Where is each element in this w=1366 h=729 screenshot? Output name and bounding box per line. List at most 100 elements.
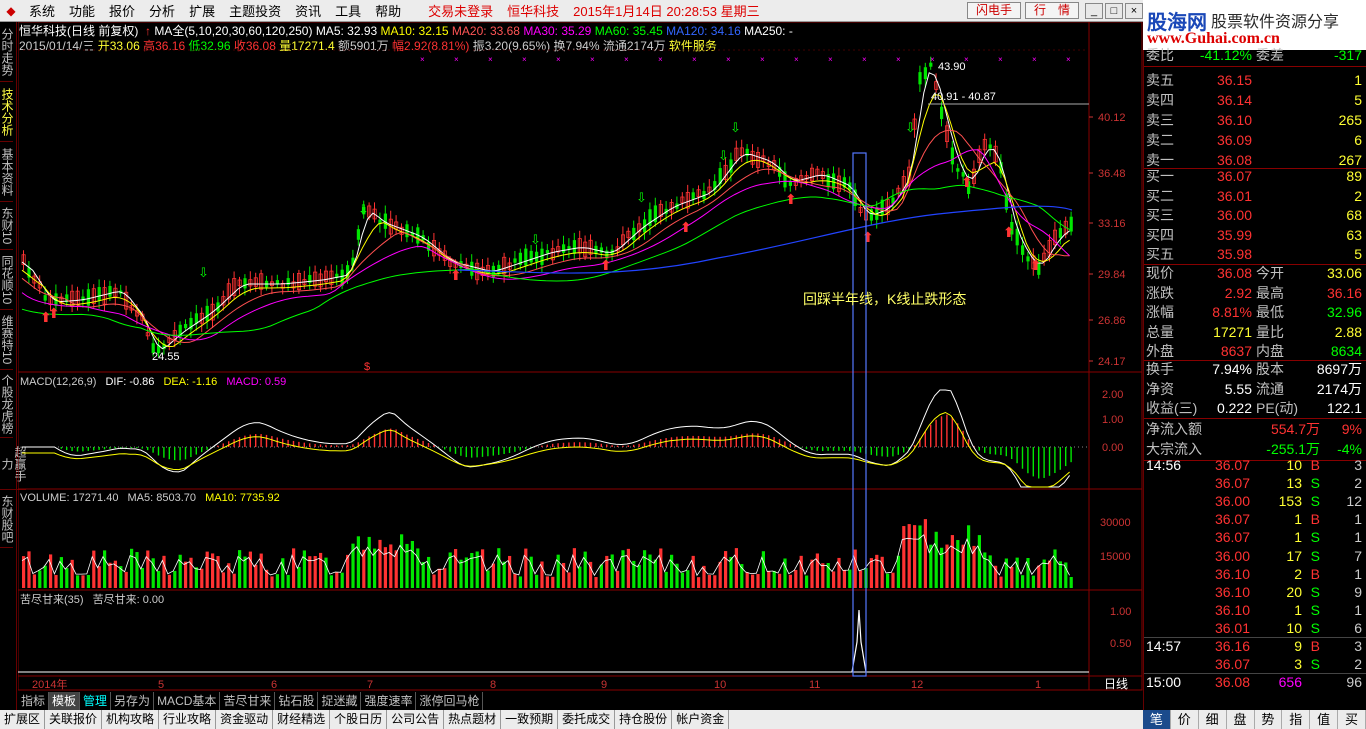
volume-bar bbox=[983, 552, 987, 588]
menu-item-4[interactable]: 扩展 bbox=[182, 1, 222, 20]
quote-tab-3[interactable]: 盘 bbox=[1227, 710, 1255, 729]
quote-tab-1[interactable]: 价 bbox=[1171, 710, 1199, 729]
kjgl-title: 苦尽甘来(35) bbox=[20, 593, 84, 606]
menu-item-0[interactable]: 系统 bbox=[22, 1, 62, 20]
candle-body bbox=[923, 67, 927, 80]
flash-trade-button[interactable]: 闪电手 bbox=[966, 2, 1021, 19]
indicator-tab-5[interactable]: 苦尽甘来 bbox=[220, 692, 276, 710]
stat-label: 外盘 bbox=[1146, 343, 1174, 359]
volume-bar bbox=[400, 534, 404, 588]
login-status[interactable]: 交易未登录 bbox=[428, 1, 493, 20]
left-tab-4[interactable]: 同花顺10 bbox=[0, 250, 14, 310]
app-logo-icon[interactable]: ◆ bbox=[0, 0, 22, 22]
left-tab-3[interactable]: 东财10 bbox=[0, 202, 14, 250]
weicha-value: -317 bbox=[1333, 47, 1362, 63]
extension-tab-10[interactable]: 委托成交 bbox=[558, 710, 616, 729]
indicator-tab-0[interactable]: 指标 bbox=[18, 692, 50, 710]
menu-item-7[interactable]: 工具 bbox=[328, 1, 368, 20]
volume-bar bbox=[275, 574, 279, 588]
tick-count: 3 bbox=[1354, 638, 1362, 654]
left-tab-6[interactable]: 个股龙虎榜 bbox=[0, 370, 14, 438]
stat-value: 8.81% bbox=[1212, 304, 1252, 320]
bid-vol: 5 bbox=[1354, 246, 1362, 262]
signal-marker-icon: × bbox=[726, 55, 731, 64]
volume-bar bbox=[1069, 576, 1073, 588]
extension-tab-1[interactable]: 关联报价 bbox=[45, 710, 103, 729]
volume-bar bbox=[340, 572, 344, 588]
quote-tab-4[interactable]: 势 bbox=[1255, 710, 1283, 729]
menu-item-5[interactable]: 主题投资 bbox=[222, 1, 288, 20]
volume-bar bbox=[76, 575, 80, 588]
extension-tab-5[interactable]: 财经精选 bbox=[273, 710, 331, 729]
menu-item-6[interactable]: 资讯 bbox=[288, 1, 328, 20]
indicator-tab-6[interactable]: 钻石股 bbox=[275, 692, 319, 710]
quote-tab-6[interactable]: 值 bbox=[1310, 710, 1339, 729]
stat-row: 总量 17271 量比 2.88 bbox=[1144, 323, 1366, 342]
indicator-tab-3[interactable]: 另存为 bbox=[111, 692, 155, 710]
menu-item-3[interactable]: 分析 bbox=[142, 1, 182, 20]
extension-tab-3[interactable]: 行业攻略 bbox=[159, 710, 217, 729]
extension-tab-4[interactable]: 资金驱动 bbox=[216, 710, 274, 729]
period-label[interactable]: 日线 bbox=[1104, 677, 1128, 691]
macd-panel bbox=[22, 389, 1072, 488]
tick-vol: 1 bbox=[1294, 601, 1302, 618]
quote-tab-0[interactable]: 笔 bbox=[1143, 710, 1171, 729]
maximize-icon[interactable]: □ bbox=[1105, 2, 1123, 19]
month-label: 8 bbox=[490, 679, 496, 691]
bid-label: 买三 bbox=[1146, 207, 1174, 223]
ask-vol: 5 bbox=[1354, 92, 1362, 108]
signal-arrows: ⬆⬆⬆⬆⬆⬆⬆⬆⬆⬆⇩⇩⇩⇩⇩⇩ ⇩× × × × × × × × × × × × × × × × × × × × bbox=[40, 55, 1071, 325]
close-icon[interactable]: × bbox=[1125, 2, 1143, 19]
market-button[interactable]: 行 情 bbox=[1024, 2, 1079, 19]
volume-title: VOLUME: 17271.40 bbox=[20, 492, 118, 504]
stat-label: 换手 bbox=[1146, 361, 1174, 377]
dollar-marker: $ bbox=[364, 361, 370, 373]
candle-body bbox=[545, 250, 549, 254]
stat-value: 2174万 bbox=[1316, 380, 1362, 397]
stat-label: 现价 bbox=[1146, 265, 1174, 281]
menu-item-2[interactable]: 报价 bbox=[102, 1, 142, 20]
indicator-tab-4[interactable]: MACD基本 bbox=[154, 692, 221, 710]
kline-chart[interactable]: ⬆⬆⬆⬆⬆⬆⬆⬆⬆⬆⇩⇩⇩⇩⇩⇩ ⇩× × × × × × × × × × × × × × × × × × × × 回踩… bbox=[18, 22, 1143, 692]
left-tab-8[interactable]: 东财股吧 bbox=[0, 490, 14, 548]
minimize-icon[interactable]: _ bbox=[1085, 2, 1103, 19]
volume-bar bbox=[718, 561, 722, 588]
candle-body bbox=[918, 72, 922, 85]
extension-tab-8[interactable]: 热点题材 bbox=[444, 710, 502, 729]
indicator-tab-7[interactable]: 捉迷藏 bbox=[318, 692, 362, 710]
indicator-tab-1[interactable]: 模板 bbox=[49, 692, 81, 710]
tick-time: 14:57 bbox=[1146, 638, 1182, 654]
price-tick-label: 26.86 bbox=[1098, 315, 1126, 327]
extension-tab-12[interactable]: 帐户资金 bbox=[672, 710, 730, 729]
volume-bar bbox=[664, 571, 668, 588]
quote-tab-5[interactable]: 指 bbox=[1282, 710, 1311, 729]
extension-tab-9[interactable]: 一致预期 bbox=[501, 710, 559, 729]
left-tab-2[interactable]: 基本资料 bbox=[0, 142, 14, 202]
extension-tab-0[interactable]: 扩展区 bbox=[0, 710, 46, 729]
indicator-tab-8[interactable]: 强度速率 bbox=[361, 692, 417, 710]
extension-tab-7[interactable]: 公司公告 bbox=[387, 710, 445, 729]
menu-item-8[interactable]: 帮助 bbox=[368, 1, 408, 20]
indicator-tab-2[interactable]: 管理 bbox=[80, 692, 112, 710]
tick-vol: 17 bbox=[1286, 547, 1302, 564]
extension-tab-11[interactable]: 持仓股份 bbox=[615, 710, 673, 729]
volume-bar bbox=[956, 540, 960, 588]
quote-tab-2[interactable]: 细 bbox=[1199, 710, 1227, 729]
left-tab-0[interactable]: 分时走势 bbox=[0, 22, 14, 82]
menu-item-1[interactable]: 功能 bbox=[62, 1, 102, 20]
volume-bar bbox=[286, 574, 290, 588]
left-tab-1[interactable]: 技术分析 bbox=[0, 82, 14, 142]
divider bbox=[1144, 66, 1366, 67]
buy-arrow-icon: ⬆ bbox=[1030, 257, 1042, 273]
volume-bar bbox=[124, 571, 128, 588]
volume-ma5: MA5: 8503.70 bbox=[128, 492, 197, 504]
signal-marker-icon: × bbox=[454, 55, 459, 64]
indicator-tab-9[interactable]: 涨停回马枪 bbox=[416, 692, 484, 710]
extension-tab-6[interactable]: 个股日历 bbox=[330, 710, 388, 729]
quote-tab-7[interactable]: 买 bbox=[1338, 710, 1366, 729]
left-tab-5[interactable]: 维赛特10 bbox=[0, 310, 14, 370]
stat-row: 换手 7.94% 股本 8697万 bbox=[1144, 360, 1366, 379]
tick-price: 36.10 bbox=[1214, 601, 1250, 618]
extension-tab-2[interactable]: 机构攻略 bbox=[102, 710, 160, 729]
tick-bs: S bbox=[1310, 583, 1320, 600]
